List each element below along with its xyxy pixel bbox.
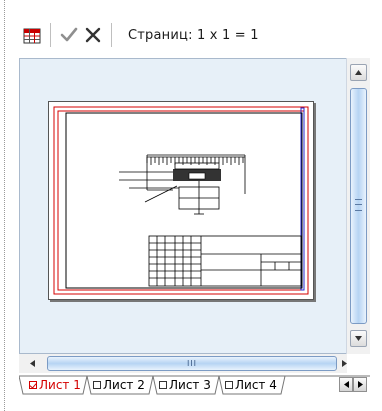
triangle-right-icon xyxy=(341,360,347,367)
checkmark-icon[interactable] xyxy=(57,23,81,47)
drawing-sheet-preview[interactable] xyxy=(48,101,314,300)
scroll-left-button[interactable] xyxy=(25,356,39,371)
checkbox-icon[interactable] xyxy=(225,380,233,389)
toolbar-separator xyxy=(111,23,112,47)
pages-grid-icon[interactable] xyxy=(20,23,44,47)
grip-icon: III xyxy=(186,359,198,368)
checkbox-icon[interactable] xyxy=(93,380,101,389)
tab-prev-button[interactable] xyxy=(339,377,353,392)
tab-sheet-3[interactable]: Лист 3 xyxy=(159,375,211,394)
preview-viewport[interactable] xyxy=(19,58,370,354)
toolbar-separator xyxy=(50,23,51,47)
pages-count-label: Страниц: 1 x 1 = 1 xyxy=(128,27,259,43)
sheet-tabs-bar: Лист 1 Лист 2 Лист 3 Лист 4 xyxy=(19,374,370,396)
tab-label: Лист 3 xyxy=(169,377,211,392)
tab-sheet-1[interactable]: Лист 1 xyxy=(29,375,81,394)
horizontal-scroll-thumb[interactable]: III xyxy=(47,356,337,371)
panel-left-border xyxy=(4,0,6,411)
scroll-right-button[interactable] xyxy=(337,356,351,371)
triangle-down-icon xyxy=(355,336,362,341)
tab-navigation xyxy=(339,377,367,392)
tab-sheet-2[interactable]: Лист 2 xyxy=(93,375,145,394)
checkbox-icon[interactable] xyxy=(159,380,167,389)
triangle-left-icon xyxy=(343,381,349,388)
scroll-down-button[interactable] xyxy=(350,330,367,347)
tab-label: Лист 4 xyxy=(235,377,277,392)
toolbar: Страниц: 1 x 1 = 1 xyxy=(20,22,259,48)
grip-icon xyxy=(355,199,362,211)
tab-label: Лист 2 xyxy=(103,377,145,392)
triangle-left-icon xyxy=(29,360,35,367)
close-icon[interactable] xyxy=(81,23,105,47)
drawing-thumbnail xyxy=(53,106,309,295)
horizontal-scrollbar[interactable]: III xyxy=(19,354,347,373)
triangle-up-icon xyxy=(355,70,362,75)
tab-sheet-4[interactable]: Лист 4 xyxy=(225,375,277,394)
checkbox-icon[interactable] xyxy=(29,380,37,389)
triangle-right-icon xyxy=(357,381,363,388)
tab-label: Лист 1 xyxy=(39,377,81,392)
scroll-up-button[interactable] xyxy=(350,64,367,81)
tab-next-button[interactable] xyxy=(353,377,367,392)
vertical-scrollbar[interactable] xyxy=(346,58,370,354)
vertical-scroll-thumb[interactable] xyxy=(350,88,367,324)
